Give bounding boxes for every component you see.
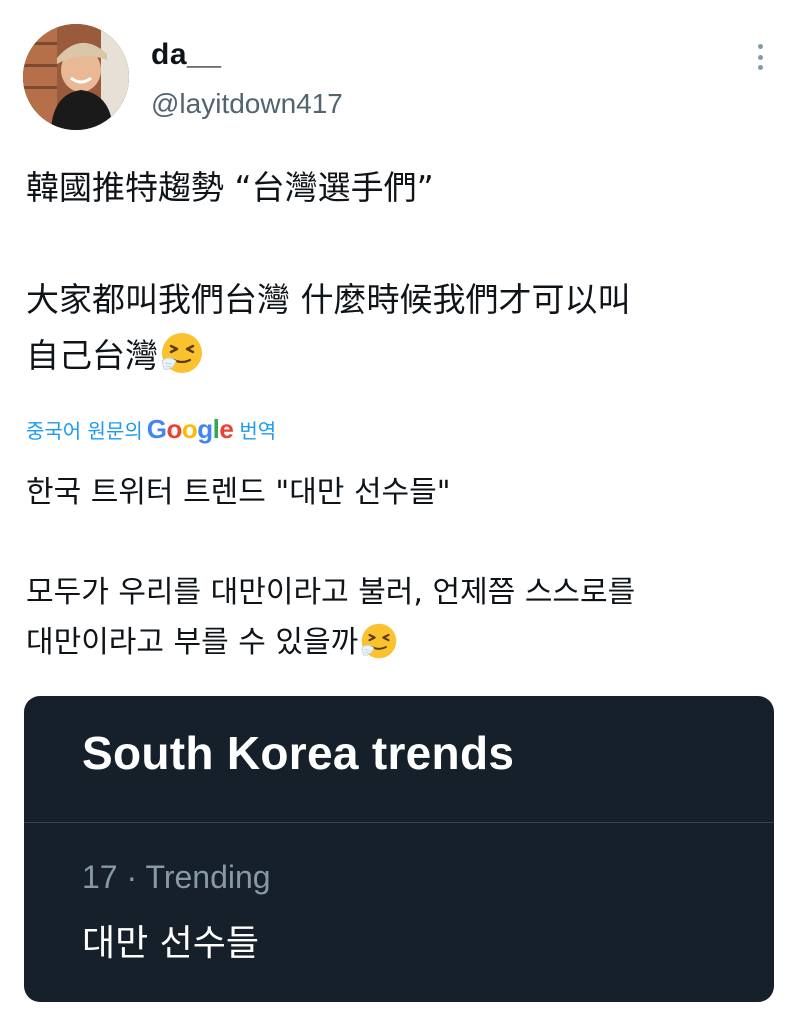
more-options-icon[interactable] — [747, 42, 773, 72]
translated-from-text: 중국어 원문의 — [26, 418, 143, 443]
display-name[interactable]: da__ — [151, 38, 221, 72]
user-handle[interactable]: @layitdown417 — [151, 88, 343, 120]
tweet-line: 自己台灣 — [26, 328, 766, 384]
trend-rank-label: 17 · Trending — [82, 859, 271, 895]
sneezing-face-icon — [361, 623, 397, 659]
avatar[interactable] — [23, 24, 129, 130]
tweet-text: 韓國推特趨勢 “台灣選手們” 大家都叫我們台灣 什麼時候我們才可以叫 自己台灣 — [26, 160, 766, 384]
tweet-line: 大家都叫我們台灣 什麼時候我們才可以叫 — [26, 280, 631, 319]
google-logo: Google — [146, 413, 234, 444]
translated-from-label[interactable]: 중국어 원문의 Google 번역 — [26, 412, 276, 446]
trend-card-title: South Korea trends — [82, 727, 515, 779]
translated-text: 한국 트위터 트렌드 "대만 선수들" 모두가 우리를 대만이라고 불러, 언제… — [26, 468, 766, 668]
translated-line: 대만이라고 부를 수 있을까 — [26, 618, 766, 668]
divider — [24, 822, 774, 823]
translated-line: 한국 트위터 트렌드 "대만 선수들" — [26, 475, 451, 510]
tweet-header: da__ @layitdown417 — [23, 24, 783, 134]
trend-name: 대만 선수들 — [82, 923, 260, 964]
tweet-screenshot: da__ @layitdown417 韓國推特趨勢 “台灣選手們” 大家都叫我們… — [0, 0, 798, 1024]
tweet-line: 韓國推特趨勢 “台灣選手們” — [26, 168, 434, 207]
trend-card-image[interactable]: South Korea trends 17 · Trending 대만 선수들 — [24, 696, 774, 1002]
sneezing-face-icon — [161, 333, 202, 373]
translate-suffix-text: 번역 — [239, 418, 277, 443]
translated-line: 모두가 우리를 대만이라고 불러, 언제쯤 스스로를 — [26, 575, 636, 610]
